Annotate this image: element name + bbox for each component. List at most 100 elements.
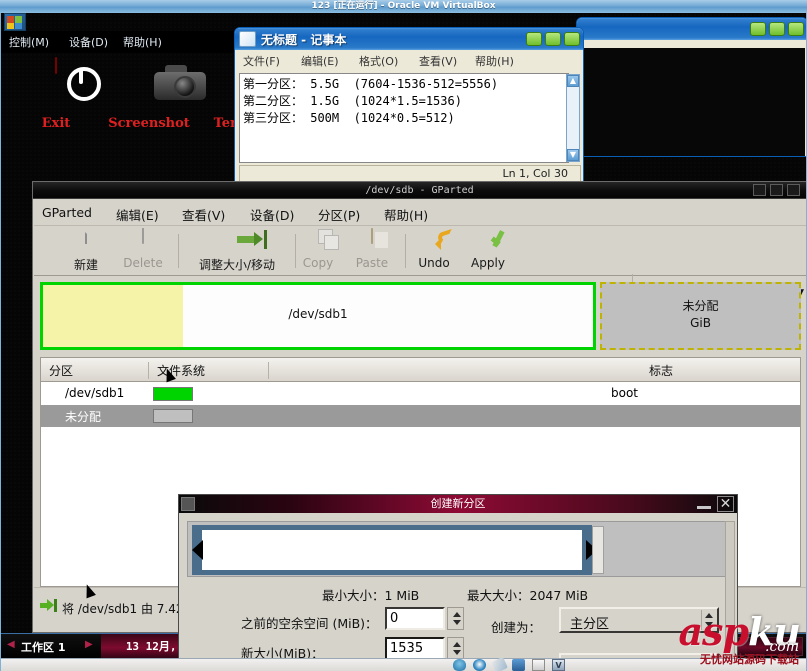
column-header-partition[interactable]: 分区 <box>41 362 149 379</box>
gparted-maximize-button[interactable] <box>770 184 783 196</box>
gparted-menu-edit[interactable]: 编辑(E) <box>116 205 159 224</box>
hdd-icon[interactable] <box>453 659 466 671</box>
create-as-value: 主分区 <box>570 617 610 632</box>
terminal-titlebar[interactable] <box>577 18 806 40</box>
delete-icon <box>112 228 174 255</box>
workspace-next-arrow[interactable]: ▶ <box>85 639 93 650</box>
terminal-window[interactable] <box>576 17 806 157</box>
notepad-icon <box>239 31 256 47</box>
toolbar-paste-button[interactable]: Paste <box>344 228 400 270</box>
gparted-menu-help[interactable]: 帮助(H) <box>384 205 428 224</box>
workspace-prev-arrow[interactable]: ◀ <box>7 639 15 650</box>
desktop-icon-exit-label: Exit <box>41 116 71 131</box>
partition-graphic-sdb1-label: /dev/sdb1 <box>288 307 348 321</box>
toolbar-new-label: 新建 <box>73 258 98 272</box>
cd-icon[interactable] <box>472 659 486 671</box>
notepad-scrollbar[interactable]: ▲ ▼ <box>566 74 580 162</box>
terminal-minimize-button[interactable] <box>750 22 766 36</box>
free-space-before-stepper[interactable] <box>447 607 464 630</box>
notepad-maximize-button[interactable] <box>545 32 561 46</box>
notepad-close-button[interactable] <box>564 32 580 46</box>
toolbar-apply-button[interactable]: Apply <box>460 229 516 270</box>
gparted-menu-view[interactable]: 查看(V) <box>182 205 225 224</box>
guest-menubar[interactable]: 控制(M) 设备(D) 帮助(H) <box>1 31 241 53</box>
vrdp-icon[interactable]: V <box>552 659 566 671</box>
gparted-menu-device[interactable]: 设备(D) <box>250 205 294 224</box>
notepad-menu-edit[interactable]: 编辑(E) <box>301 53 339 69</box>
new-size-input[interactable]: 1535 <box>385 637 445 658</box>
gparted-menu-partition[interactable]: 分区(P) <box>318 205 360 224</box>
virtualbox-guest-screen[interactable]: 控制(M) 设备(D) 帮助(H) Exit Screenshot Termin… <box>1 13 806 658</box>
notepad-menu-view[interactable]: 查看(V) <box>419 53 457 69</box>
create-as-select[interactable]: 主分区 <box>559 607 719 633</box>
gparted-close-button[interactable] <box>787 184 800 196</box>
virtualbox-titlebar[interactable]: 123 [正在运行] - Oracle VM VirtualBox <box>0 0 807 13</box>
notepad-title-text: 无标题 - 记事本 <box>261 33 347 47</box>
size-limits: 最小大小：1 MiB 最大大小：2047 MiB <box>187 583 731 603</box>
gparted-menubar[interactable]: GParted 编辑(E) 查看(V) 设备(D) 分区(P) 帮助(H) <box>34 200 806 225</box>
partition-preview[interactable] <box>187 521 731 577</box>
notepad-text-area[interactable]: 第一分区： 5.5G (7604-1536-512=5556) 第二分区： 1.… <box>239 73 569 163</box>
notepad-scroll-up-arrow[interactable]: ▲ <box>567 75 579 87</box>
desktop-icon-screenshot[interactable]: Screenshot <box>94 58 206 131</box>
toolbar-resize-move-button[interactable]: 调整大小/移动 <box>183 229 291 273</box>
terminal-maximize-button[interactable] <box>769 22 785 36</box>
guest-menu-devices[interactable]: 设备(D) <box>69 34 108 50</box>
notepad-menubar[interactable]: 文件(F) 编辑(E) 格式(O) 查看(V) 帮助(H) <box>235 50 583 70</box>
guest-menu-help[interactable]: 帮助(H) <box>123 34 162 50</box>
virtualbox-status-icons[interactable]: V <box>453 656 568 671</box>
toolbar-paste-label: Paste <box>355 256 389 270</box>
table-row[interactable]: 未分配 <box>41 405 800 427</box>
partition-graphic[interactable]: /dev/sdb1 未分配 GiB <box>40 282 801 350</box>
toolbar-new-button[interactable]: 新建 <box>62 228 110 273</box>
new-partition-icon <box>62 228 110 255</box>
camera-icon <box>94 58 206 114</box>
notepad-minimize-button[interactable] <box>526 32 542 46</box>
create-partition-dialog[interactable]: 创建新分区 ✕ 最小大小：1 MiB 最大大小：2047 MiB 之前的空余空间… <box>178 494 738 658</box>
notepad-menu-file[interactable]: 文件(F) <box>243 53 280 69</box>
new-size-stepper[interactable] <box>447 637 464 658</box>
notepad-scroll-down-arrow[interactable]: ▼ <box>567 149 579 161</box>
close-icon[interactable]: ✕ <box>717 496 734 512</box>
guest-menu-control[interactable]: 控制(M) <box>9 34 49 50</box>
toolbar-undo-button[interactable]: Undo <box>406 228 462 270</box>
notepad-window[interactable]: 无标题 - 记事本 文件(F) 编辑(E) 格式(O) 查看(V) 帮助(H) … <box>234 27 584 187</box>
dialog-titlebar[interactable]: 创建新分区 ✕ <box>179 495 737 513</box>
guest-desktop[interactable]: 控制(M) 设备(D) 帮助(H) Exit Screenshot Termin… <box>1 13 806 658</box>
gparted-menu-gparted[interactable]: GParted <box>42 205 92 220</box>
gparted-minimize-button[interactable] <box>753 184 766 196</box>
notepad-titlebar[interactable]: 无标题 - 记事本 <box>235 28 583 50</box>
gparted-window[interactable]: /dev/sdb - GParted GParted 编辑(E) 查看(V) 设… <box>32 181 806 658</box>
filesystem-select[interactable]: ext4 <box>559 653 719 658</box>
terminal-window-controls[interactable] <box>747 22 804 39</box>
gparted-titlebar[interactable]: /dev/sdb - GParted <box>33 182 806 199</box>
usb-icon[interactable] <box>512 659 526 671</box>
dialog-system-menu-icon[interactable] <box>181 497 195 511</box>
free-space-before-input[interactable]: 0 <box>385 607 445 630</box>
partition-graphic-sdb1[interactable]: /dev/sdb1 <box>40 282 596 350</box>
copy-icon <box>290 229 346 255</box>
column-header-flags[interactable]: 标志 <box>586 362 736 379</box>
notepad-menu-format[interactable]: 格式(O) <box>359 53 398 69</box>
toolbar-undo-label: Undo <box>418 256 450 270</box>
notepad-menu-help[interactable]: 帮助(H) <box>475 53 514 69</box>
terminal-close-button[interactable] <box>788 22 804 36</box>
chevron-down-icon[interactable] <box>701 610 715 630</box>
toolbar-copy-button[interactable]: Copy <box>290 229 346 270</box>
network-icon[interactable] <box>490 656 508 671</box>
terminal-body[interactable] <box>579 48 805 156</box>
dialog-minimize-button[interactable] <box>697 506 711 509</box>
notepad-window-controls[interactable] <box>523 32 580 49</box>
virtualbox-status-bar: V <box>1 656 806 671</box>
row-partition-name: /dev/sdb1 <box>65 386 125 400</box>
chevron-down-icon[interactable] <box>701 656 715 658</box>
create-as-label: 创建为： <box>491 620 542 635</box>
resize-move-icon <box>183 229 291 255</box>
toolbar-delete-button[interactable]: Delete <box>112 228 174 270</box>
table-row[interactable]: /dev/sdb1 boot <box>41 383 800 405</box>
preview-left-handle[interactable] <box>192 540 203 560</box>
partition-graphic-unallocated[interactable]: 未分配 GiB <box>600 282 801 350</box>
shared-folder-icon[interactable] <box>532 659 546 671</box>
gparted-toolbar[interactable]: 新建 Delete 调整大小/移动 Copy Paste Undo Apply <box>34 225 806 314</box>
preview-free-space-handle[interactable] <box>592 526 604 574</box>
